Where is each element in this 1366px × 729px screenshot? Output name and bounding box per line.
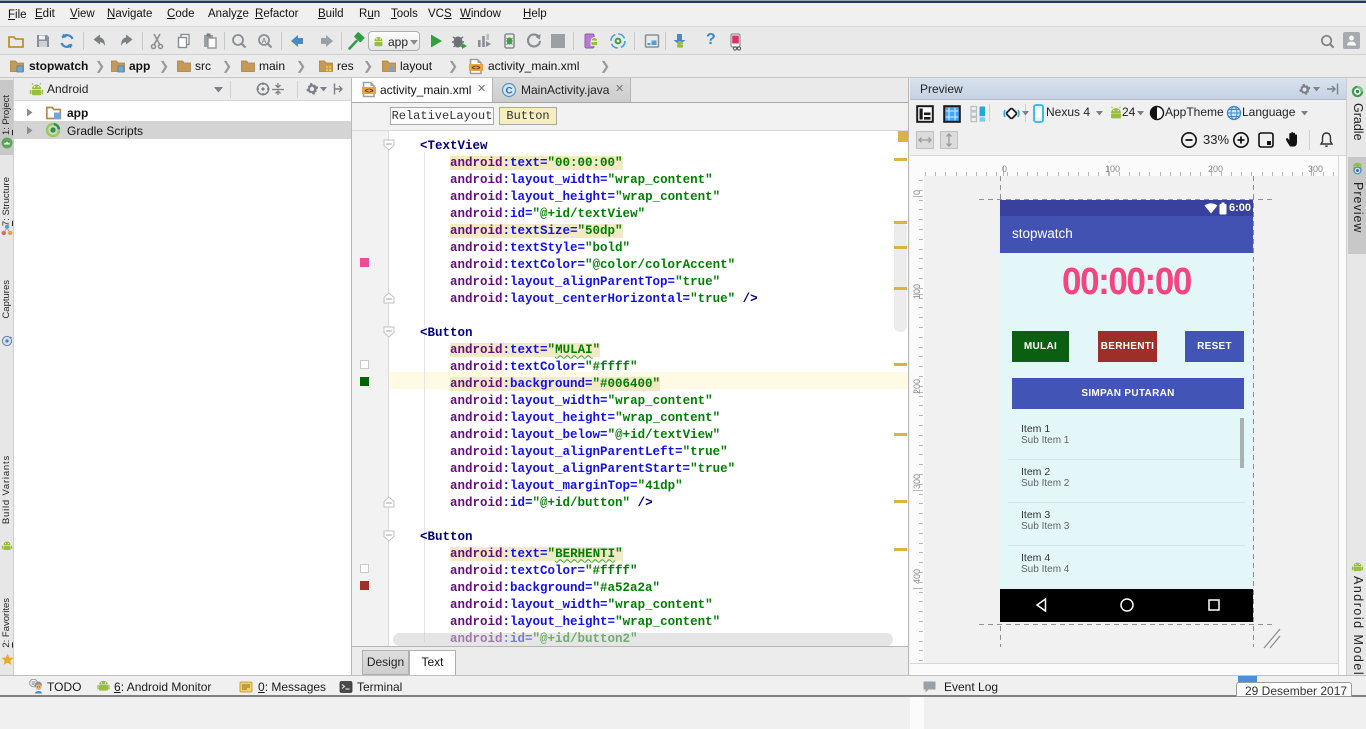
svg-text:A: A — [261, 38, 266, 45]
svg-text:<>: <> — [471, 65, 481, 73]
svg-text:<>: <> — [364, 88, 374, 96]
svg-text:C: C — [506, 85, 513, 96]
